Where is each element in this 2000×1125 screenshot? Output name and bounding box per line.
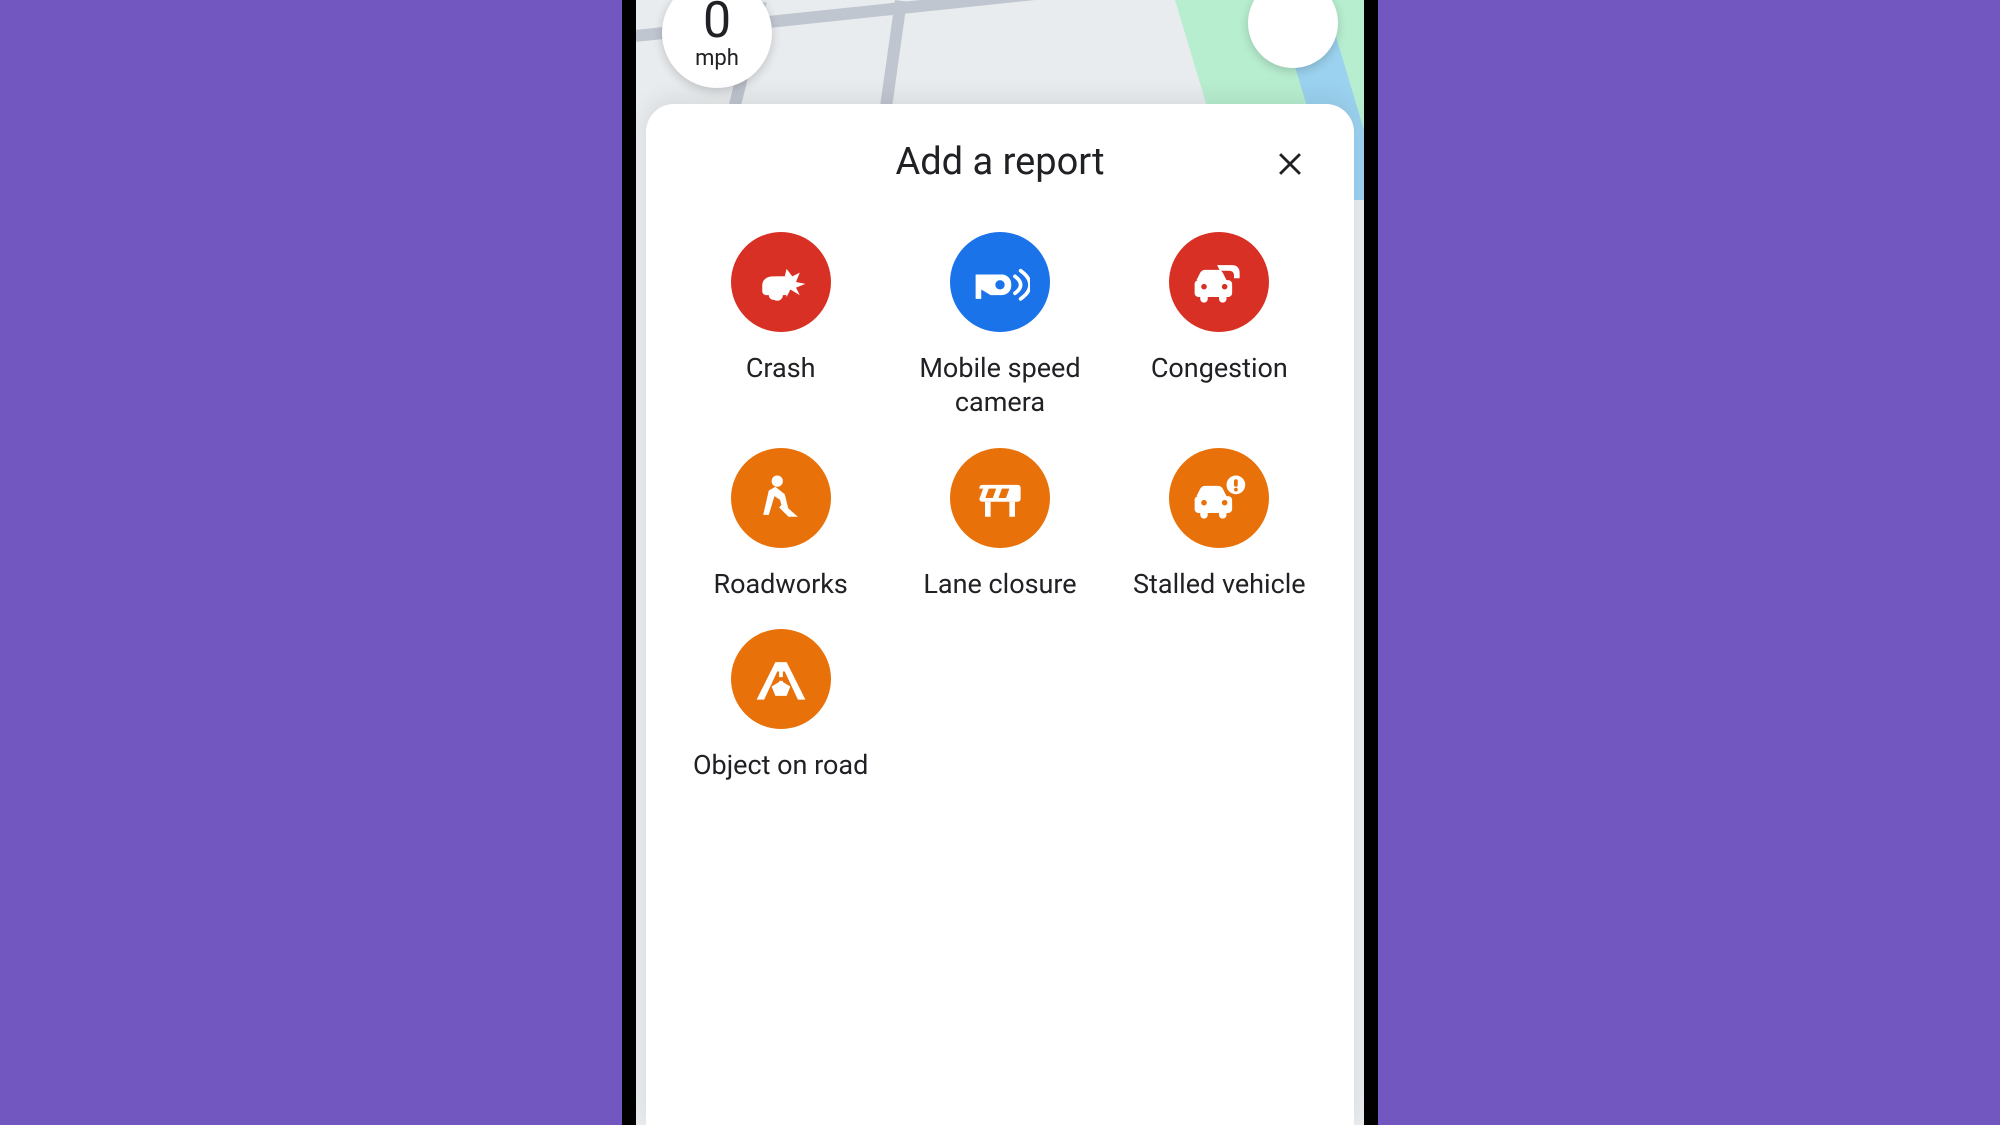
- congestion-icon: [1169, 232, 1269, 332]
- report-item-crash[interactable]: Crash: [676, 232, 885, 420]
- report-label: Stalled vehicle: [1133, 568, 1306, 602]
- close-button[interactable]: [1266, 138, 1314, 186]
- report-grid: Crash Mobile speed camera: [676, 232, 1324, 783]
- close-icon: [1273, 145, 1307, 179]
- stalled-vehicle-icon: [1169, 448, 1269, 548]
- report-label: Roadworks: [713, 568, 847, 602]
- report-item-mobile-speed-camera[interactable]: Mobile speed camera: [895, 232, 1104, 420]
- report-item-roadworks[interactable]: Roadworks: [676, 448, 885, 602]
- speed-value: 0: [703, 0, 731, 46]
- report-label: Object on road: [693, 749, 868, 783]
- roadworks-icon: [731, 448, 831, 548]
- lane-closure-icon: [950, 448, 1050, 548]
- speed-camera-icon: [950, 232, 1050, 332]
- sheet-header: Add a report: [676, 140, 1324, 184]
- report-item-lane-closure[interactable]: Lane closure: [895, 448, 1104, 602]
- crash-icon: [731, 232, 831, 332]
- report-label: Congestion: [1151, 352, 1288, 386]
- object-on-road-icon: [731, 629, 831, 729]
- device-frame: 0 mph Add a report: [622, 0, 1378, 1125]
- report-item-stalled-vehicle[interactable]: Stalled vehicle: [1115, 448, 1324, 602]
- report-label: Mobile speed camera: [900, 352, 1100, 420]
- sheet-title: Add a report: [676, 140, 1324, 184]
- report-label: Lane closure: [923, 568, 1076, 602]
- speed-unit: mph: [695, 48, 739, 70]
- report-item-congestion[interactable]: Congestion: [1115, 232, 1324, 420]
- report-label: Crash: [746, 352, 816, 386]
- screen: 0 mph Add a report: [636, 0, 1364, 1125]
- report-item-object-on-road[interactable]: Object on road: [676, 629, 885, 783]
- report-sheet: Add a report Crash: [646, 104, 1354, 1125]
